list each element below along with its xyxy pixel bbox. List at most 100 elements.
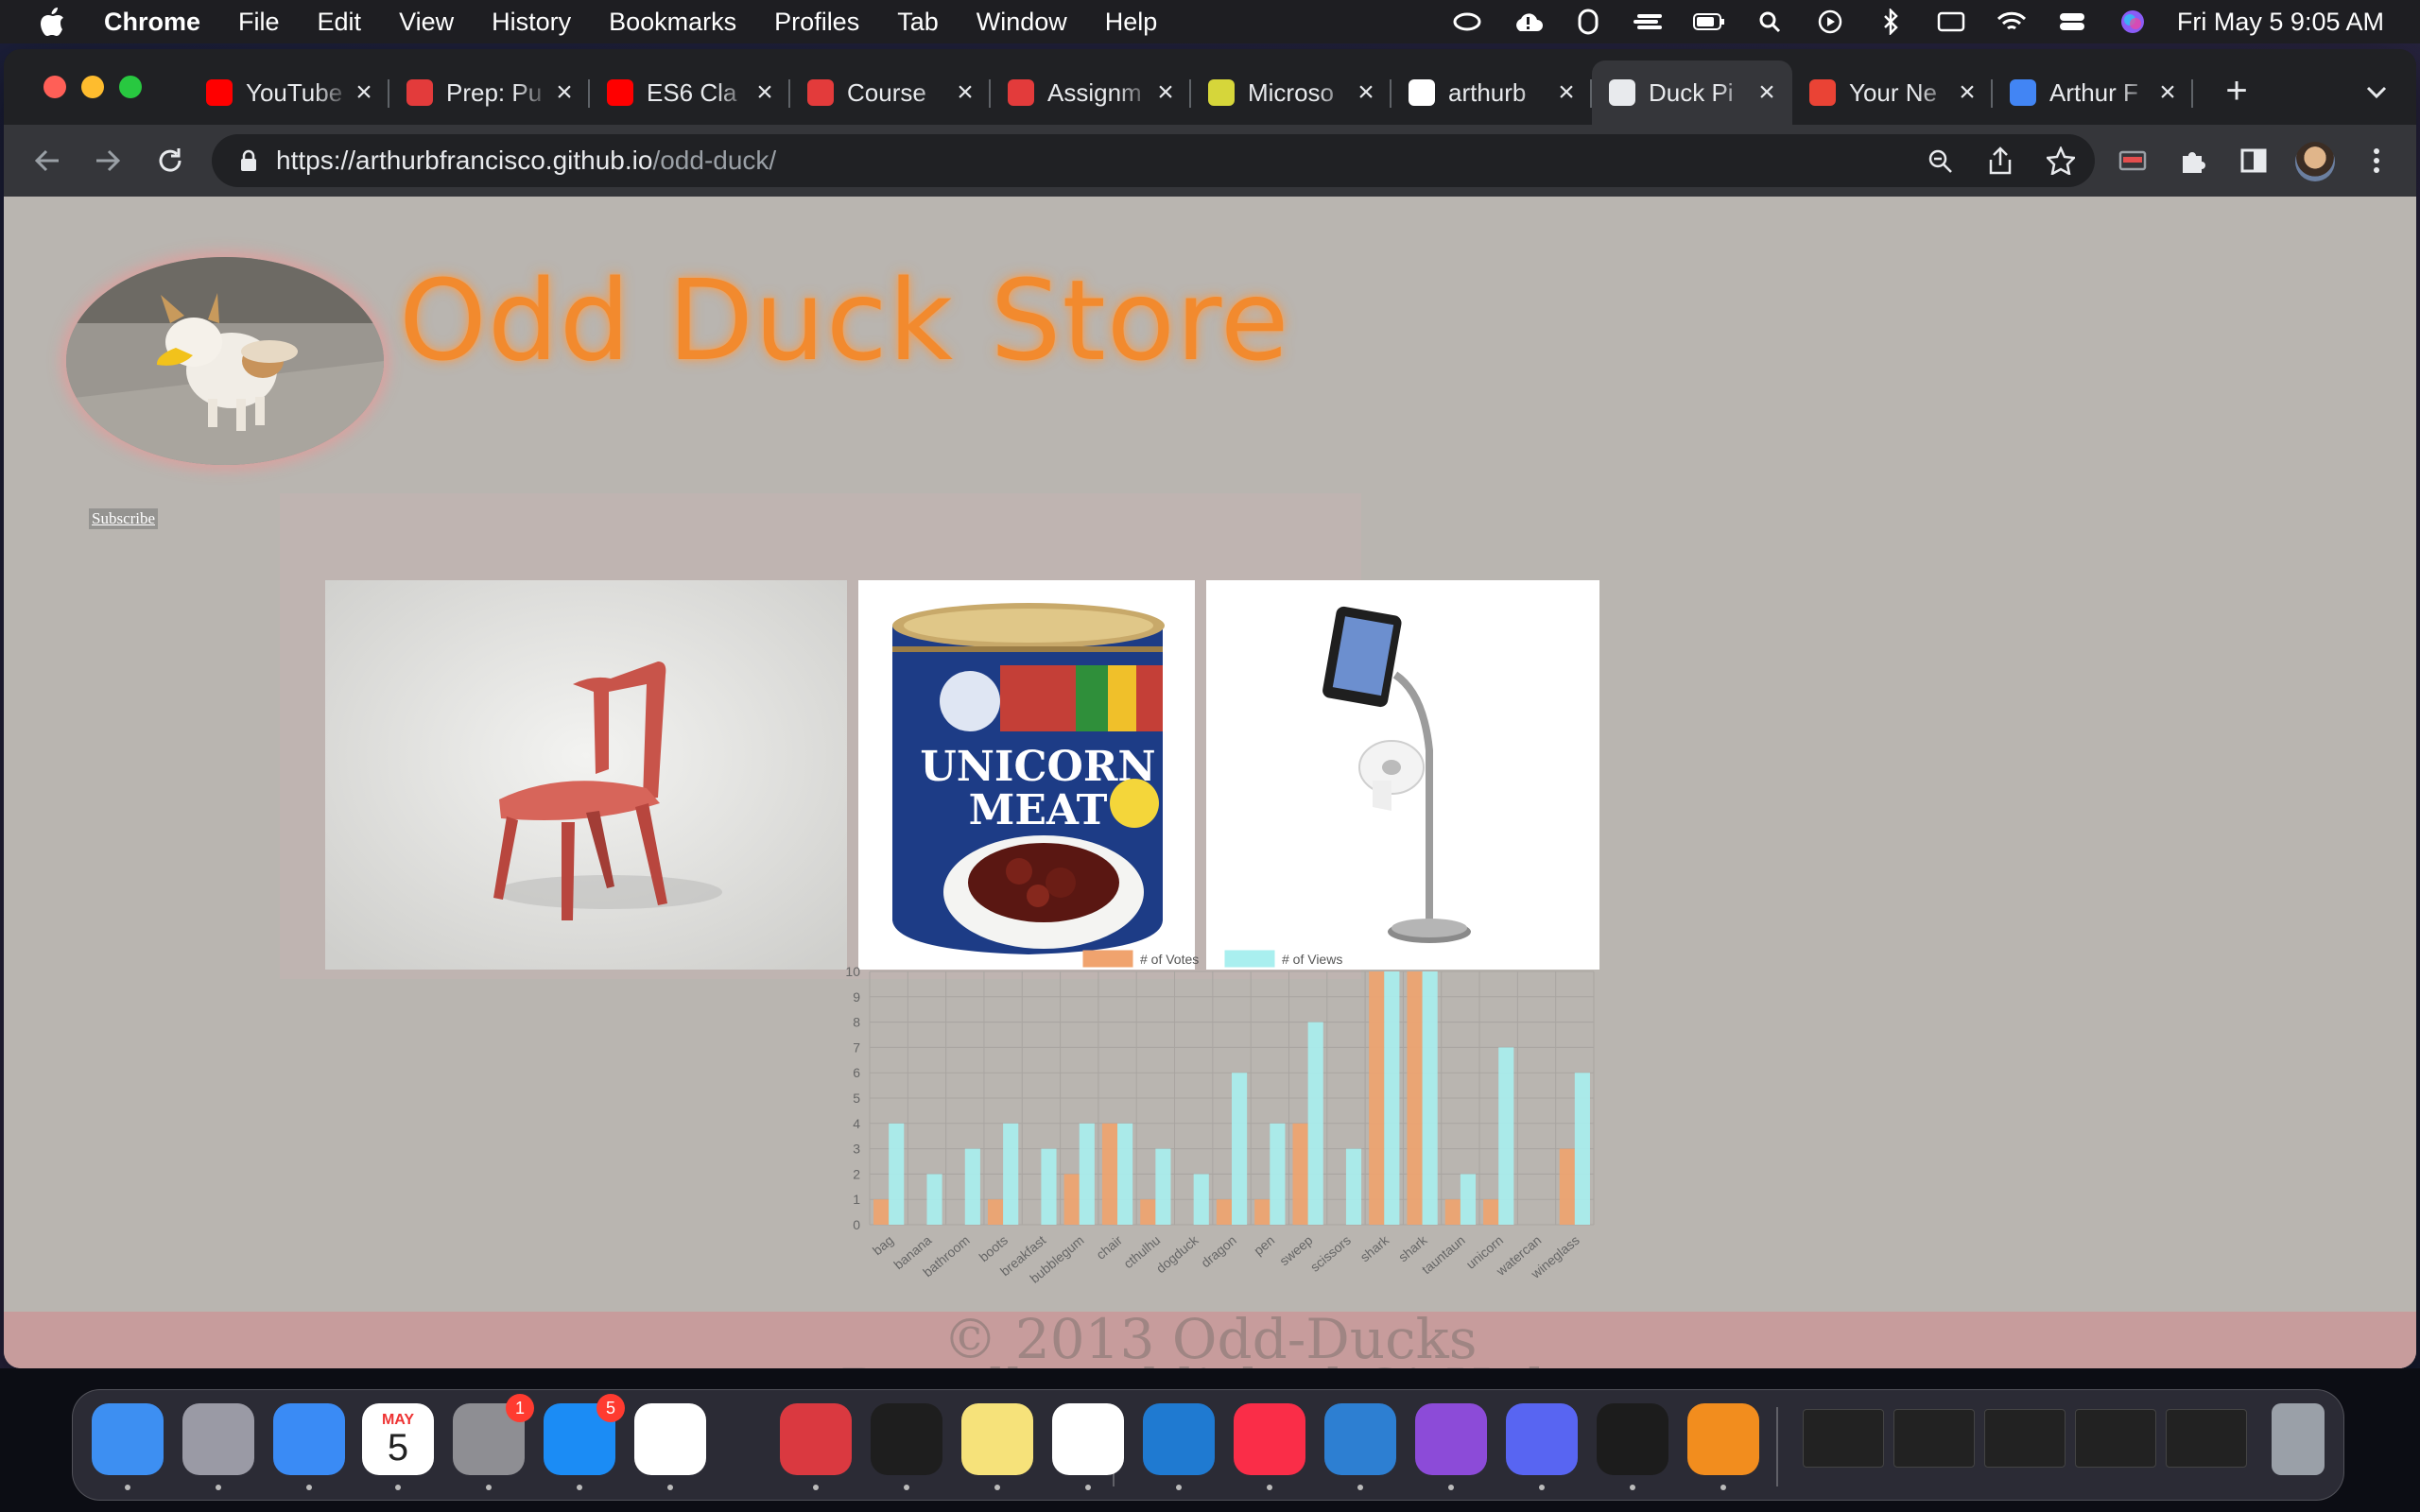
minimized-window-thumbnail[interactable] xyxy=(1893,1409,1975,1468)
tab-close-icon[interactable]: × xyxy=(552,77,577,108)
minimized-window-thumbnail[interactable] xyxy=(1984,1409,2066,1468)
affinity-designer-icon[interactable] xyxy=(1324,1403,1396,1475)
zoom-icon[interactable] xyxy=(1921,142,1959,180)
bar-votes xyxy=(1444,1199,1461,1225)
menu-bookmarks[interactable]: Bookmarks xyxy=(609,8,736,37)
side-panel-icon[interactable] xyxy=(2235,142,2273,180)
browser-tab[interactable]: Duck Pi × xyxy=(1592,60,1792,125)
cast-icon[interactable] xyxy=(2114,142,2152,180)
creative-cloud-icon[interactable] xyxy=(1451,9,1483,35)
expressvpn-status-icon[interactable] xyxy=(1633,9,1665,35)
battery-icon[interactable] xyxy=(1692,9,1725,35)
tab-search-icon[interactable] xyxy=(2358,74,2395,112)
zoom-window-button[interactable] xyxy=(119,76,142,98)
browser-tab[interactable]: arthurb × xyxy=(1392,60,1592,125)
product-image-unicorn-meat[interactable]: UNICORN MEAT xyxy=(858,580,1195,970)
chrome-menu-icon[interactable] xyxy=(2358,142,2395,180)
tab-close-icon[interactable]: × xyxy=(2155,77,2180,108)
activity-monitor-icon[interactable] xyxy=(1597,1403,1668,1475)
minimize-window-button[interactable] xyxy=(81,76,104,98)
subscribe-link[interactable]: Subscribe xyxy=(89,508,159,529)
address-bar[interactable]: https://arthurbfrancisco.github.io/odd-d… xyxy=(212,134,2095,187)
system-settings-icon[interactable]: 1 xyxy=(453,1394,534,1475)
lock-icon[interactable] xyxy=(234,146,263,175)
tab-close-icon[interactable]: × xyxy=(1354,77,1378,108)
menu-clock[interactable]: Fri May 5 9:05 AM xyxy=(2177,8,2384,37)
tab-close-icon[interactable]: × xyxy=(1554,77,1579,108)
discord-icon[interactable] xyxy=(1506,1403,1578,1475)
menu-window[interactable]: Window xyxy=(977,8,1067,37)
cloud-alert-icon[interactable] xyxy=(1512,9,1544,35)
control-center-icon[interactable] xyxy=(2056,9,2088,35)
tab-close-icon[interactable]: × xyxy=(953,77,977,108)
minimized-window-thumbnail[interactable] xyxy=(2075,1409,2156,1468)
browser-tab[interactable]: Course × xyxy=(790,60,991,125)
app-store-icon[interactable]: 5 xyxy=(544,1394,625,1475)
tab-close-icon[interactable]: × xyxy=(1955,77,1979,108)
bar-votes xyxy=(1483,1199,1499,1225)
bookmark-star-icon[interactable] xyxy=(2042,142,2080,180)
profile-avatar[interactable] xyxy=(2295,142,2335,181)
browser-tab[interactable]: ES6 Cla × xyxy=(590,60,790,125)
mail-icon[interactable] xyxy=(273,1403,345,1475)
menu-edit[interactable]: Edit xyxy=(318,8,362,37)
menu-profiles[interactable]: Profiles xyxy=(774,8,859,37)
new-tab-button[interactable]: + xyxy=(2216,70,2257,112)
finder-icon[interactable] xyxy=(92,1403,164,1475)
vpn-icon[interactable] xyxy=(1572,9,1604,35)
back-button[interactable] xyxy=(28,142,66,180)
menu-history[interactable]: History xyxy=(492,8,571,37)
terminal-icon[interactable] xyxy=(871,1403,942,1475)
menu-file[interactable]: File xyxy=(238,8,280,37)
browser-tab[interactable]: Prep: Pu × xyxy=(389,60,590,125)
play-circle-icon[interactable] xyxy=(1814,9,1846,35)
extensions-puzzle-icon[interactable] xyxy=(2174,142,2212,180)
apple-menu-icon[interactable] xyxy=(36,6,68,38)
browser-tab[interactable]: Your Ne × xyxy=(1792,60,1993,125)
minimized-window-thumbnail[interactable] xyxy=(2166,1409,2247,1468)
bar-votes xyxy=(1216,1199,1232,1225)
bluetooth-icon[interactable] xyxy=(1875,9,1907,35)
siri-icon[interactable] xyxy=(2117,9,2149,35)
slack-icon[interactable] xyxy=(1052,1403,1124,1475)
legend-label[interactable]: # of Views xyxy=(1282,952,1342,967)
product-image-chair[interactable] xyxy=(325,580,847,970)
share-icon[interactable] xyxy=(1981,142,2019,180)
menu-help[interactable]: Help xyxy=(1105,8,1158,37)
legend-label[interactable]: # of Votes xyxy=(1140,952,1199,967)
spotlight-search-icon[interactable] xyxy=(1754,9,1786,35)
legend-swatch[interactable] xyxy=(1224,950,1275,968)
close-window-button[interactable] xyxy=(43,76,66,98)
tab-close-icon[interactable]: × xyxy=(1153,77,1178,108)
votes-views-chart: 012345678910bagbananabathroom bootsbreakf… xyxy=(845,950,1595,1286)
forward-button[interactable] xyxy=(89,142,127,180)
affinity-photo-icon[interactable] xyxy=(1415,1403,1487,1475)
launchpad-icon[interactable] xyxy=(182,1403,254,1475)
tab-close-icon[interactable]: × xyxy=(1754,77,1779,108)
url-text[interactable]: https://arthurbfrancisco.github.io/odd-d… xyxy=(276,146,776,176)
reload-button[interactable] xyxy=(151,142,189,180)
legend-swatch[interactable] xyxy=(1082,950,1133,968)
books-icon[interactable] xyxy=(1687,1403,1759,1475)
calendar-icon[interactable]: MAY 5 xyxy=(362,1403,434,1475)
tab-close-icon[interactable]: × xyxy=(752,77,777,108)
menu-view[interactable]: View xyxy=(399,8,454,37)
menu-tab[interactable]: Tab xyxy=(897,8,939,37)
vscode-icon[interactable] xyxy=(1143,1403,1215,1475)
display-icon[interactable] xyxy=(1935,9,1967,35)
tab-close-icon[interactable]: × xyxy=(352,77,376,108)
y-tick-label: 7 xyxy=(853,1040,860,1055)
wifi-icon[interactable] xyxy=(1996,9,2028,35)
trash-icon[interactable] xyxy=(2272,1403,2325,1475)
browser-tab[interactable]: Arthur F × xyxy=(1993,60,2193,125)
music-icon[interactable] xyxy=(1234,1403,1305,1475)
minimized-window-thumbnail[interactable] xyxy=(1803,1409,1884,1468)
browser-tab[interactable]: Microso × xyxy=(1191,60,1392,125)
product-image-bathroom[interactable] xyxy=(1206,580,1599,970)
menu-app-name[interactable]: Chrome xyxy=(104,8,200,37)
notes-icon[interactable] xyxy=(961,1403,1033,1475)
expressvpn-icon[interactable] xyxy=(780,1403,852,1475)
chrome-icon[interactable] xyxy=(634,1403,706,1475)
browser-tab[interactable]: YouTube × xyxy=(189,60,389,125)
browser-tab[interactable]: Assignm × xyxy=(991,60,1191,125)
